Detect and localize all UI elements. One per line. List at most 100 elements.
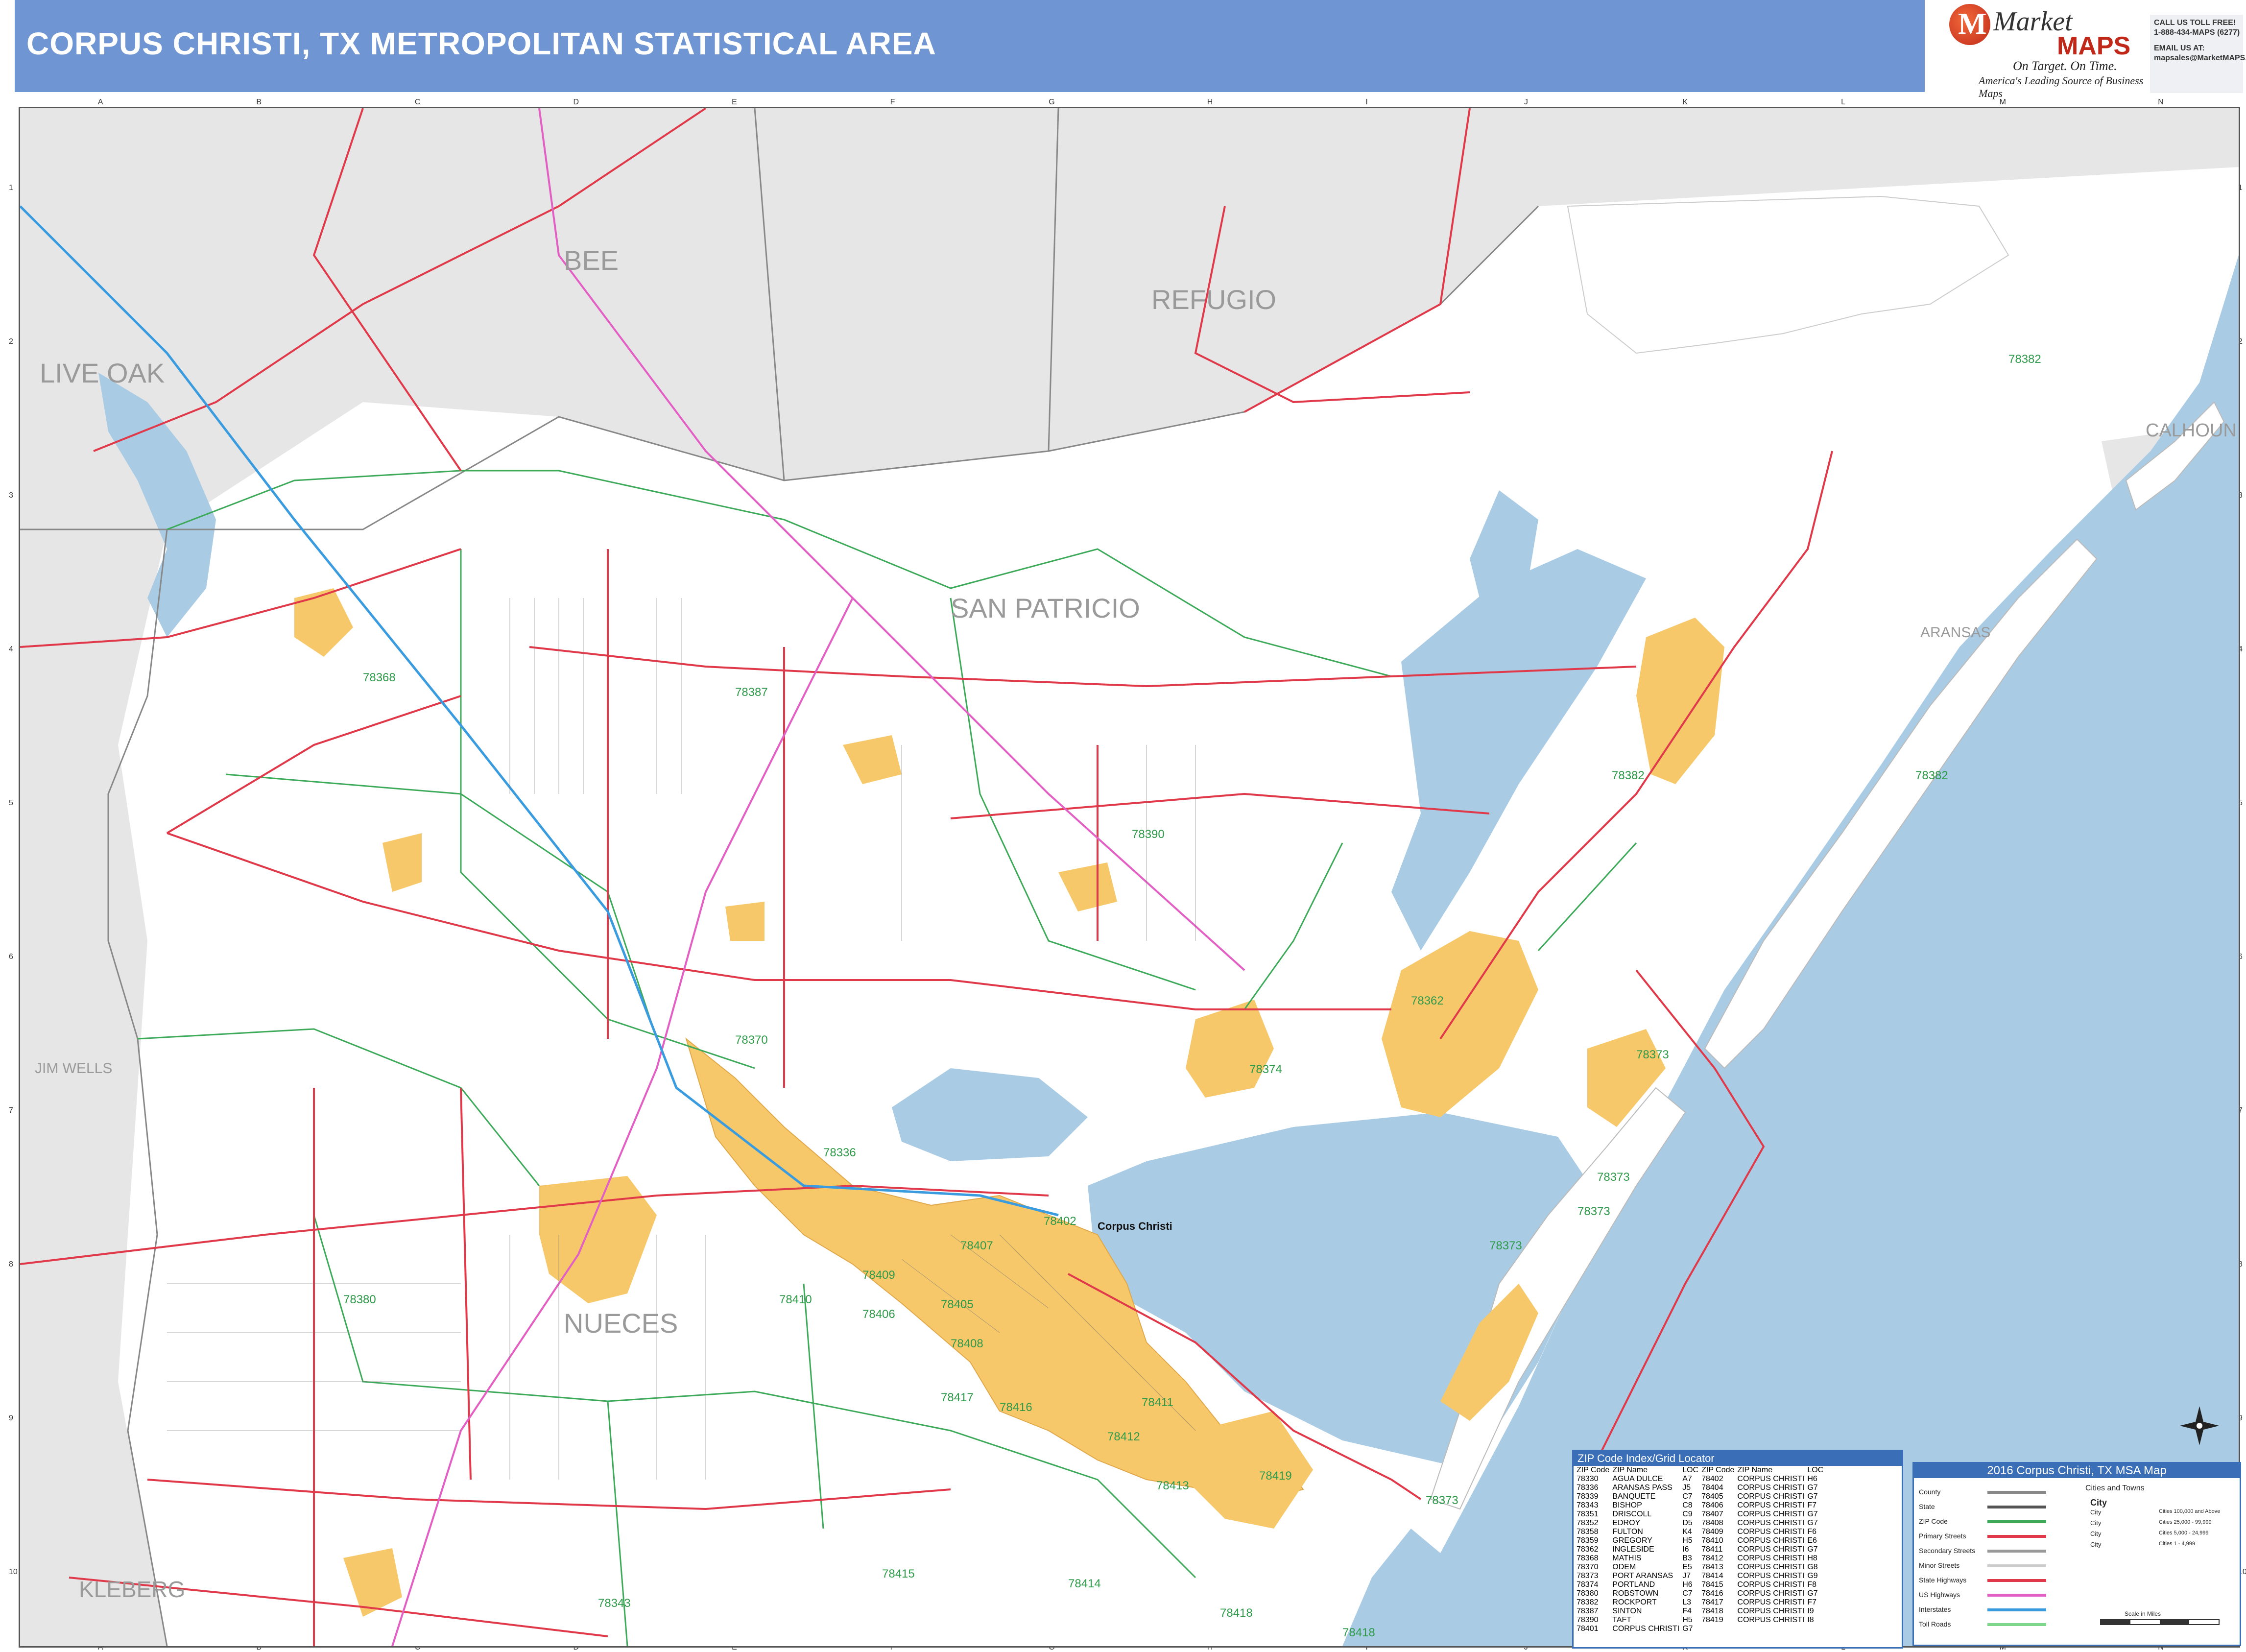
edroy-area: [382, 833, 422, 892]
city-label: Corpus Christi: [1098, 1220, 1172, 1232]
zip-index-cell: 78401: [1577, 1625, 1599, 1633]
nueces-bay: [892, 1068, 1088, 1161]
zip-index-cell: G7: [1807, 1519, 1818, 1527]
zip-index-cell: [1807, 1625, 1826, 1633]
legend-item-label: Interstates: [1919, 1605, 1951, 1613]
ingleside-city-area: [1382, 931, 1538, 1117]
zip-index-cell: 78380: [1577, 1589, 1599, 1598]
county-label: KLEBERG: [79, 1577, 185, 1602]
zip-label: 78362: [1411, 994, 1444, 1007]
zip-index-cell: CORPUS CHRISTI: [1737, 1475, 1805, 1483]
sinton-city-area: [843, 735, 902, 784]
flour-bluff-area: [1186, 1411, 1313, 1529]
zip-index-cell: 78408: [1701, 1519, 1723, 1527]
zip-index-row: 78339 BANQUETE C7 78405 CORPUS CHRISTI G7: [1577, 1492, 1826, 1501]
aransas-bay: [1391, 549, 1646, 951]
zip-index-cell: G7: [1682, 1625, 1693, 1633]
zip-index-row: 78330 AGUA DULCE A7 78402 CORPUS CHRISTI H6: [1577, 1475, 1826, 1484]
zip-index-cell: J7: [1682, 1572, 1691, 1580]
zip-index-cell: ARANSAS PASS: [1612, 1484, 1673, 1492]
legend-item-label: Secondary Streets: [1919, 1547, 1976, 1555]
zip-index-cell: BISHOP: [1612, 1501, 1642, 1509]
zip-index-cell: C7: [1682, 1589, 1693, 1598]
legend-city-range: Cities 1 - 4,999: [2159, 1541, 2195, 1547]
zip-label: 78411: [1142, 1396, 1173, 1409]
title-banner: CORPUS CHRISTI, TX METROPOLITAN STATISTI…: [15, 0, 1925, 92]
zip-index-cell: H5: [1682, 1616, 1693, 1624]
zip-index-cell: B3: [1682, 1554, 1692, 1562]
zip-index-header-cell: LOC: [1807, 1466, 1824, 1474]
grid-column-labels-top: A B C D E F G H I J K L M N: [19, 98, 2240, 107]
zip-index-cell: CORPUS CHRISTI: [1737, 1598, 1805, 1606]
market-maps-logo[interactable]: M Market MAPS On Target. On Time. Americ…: [1939, 0, 2150, 99]
zip-index-row: 78352 EDROY D5 78408 CORPUS CHRISTI G7: [1577, 1519, 1826, 1528]
outside-county-area-west: [20, 529, 167, 1646]
zip-index-cell: 78336: [1577, 1484, 1599, 1492]
zip-label: 78368: [363, 671, 396, 684]
zip-index-row: 78380 ROBSTOWN C7 78416 CORPUS CHRISTI G7: [1577, 1589, 1826, 1598]
logo-word-maps: MAPS: [2057, 32, 2131, 60]
zip-index-cell: C7: [1682, 1492, 1693, 1501]
zip-index-cell: CORPUS CHRISTI: [1737, 1545, 1805, 1554]
zip-index-row: 78382 ROCKPORT L3 78417 CORPUS CHRISTI F7: [1577, 1598, 1826, 1607]
zip-index-cell: 78330: [1577, 1475, 1599, 1483]
legend-item-label: State Highways: [1919, 1576, 1967, 1584]
zip-index-cell: F7: [1807, 1598, 1816, 1606]
zip-index-cell: H8: [1807, 1554, 1817, 1562]
grid-row-label: 5: [9, 799, 13, 807]
contact-link[interactable]: mapsales@MarketMAPS.com: [2154, 54, 2246, 63]
zip-index-cell: D5: [1682, 1519, 1693, 1527]
zip-index-cell: CORPUS CHRISTI: [1737, 1607, 1805, 1615]
legend-city-sample: City: [2090, 1498, 2107, 1508]
county-label: REFUGIO: [1151, 284, 1276, 315]
scale-label: Scale in Miles: [2125, 1610, 2161, 1617]
zip-index-cell: 78351: [1577, 1510, 1599, 1518]
zip-index-cell: F4: [1682, 1607, 1692, 1615]
zip-index-cell: ROCKPORT: [1612, 1598, 1657, 1606]
zip-index-cell: 78405: [1701, 1492, 1723, 1501]
zip-index-cell: H6: [1682, 1580, 1693, 1589]
zip-label: 78373: [1426, 1494, 1458, 1507]
zip-index-cell: CORPUS CHRISTI: [1737, 1563, 1805, 1571]
zip-index-row: 78373 PORT ARANSAS J7 78414 CORPUS CHRISTI G9: [1577, 1572, 1826, 1580]
zip-index-cell: 78368: [1577, 1554, 1599, 1562]
grid-column-label: M: [1999, 98, 2006, 106]
legend-city-range: Cities 25,000 - 99,999: [2159, 1519, 2212, 1525]
zip-index-cell: A7: [1682, 1475, 1692, 1483]
legend-item-label: Toll Roads: [1919, 1620, 1951, 1628]
zip-index-cell: [1701, 1625, 1737, 1633]
zip-index-cell: 78404: [1701, 1484, 1723, 1492]
zip-index-header-cell: ZIP Name: [1737, 1466, 1773, 1474]
zip-label: 78419: [1259, 1469, 1292, 1483]
zip-index-header-cell: ZIP Code: [1577, 1466, 1610, 1474]
grid-row-label: 10: [9, 1568, 18, 1576]
zip-index-row: 78401 CORPUS CHRISTI G7: [1577, 1625, 1826, 1633]
zip-index-cell: CORPUS CHRISTI: [1737, 1536, 1805, 1545]
zip-index-cell: G7: [1807, 1589, 1818, 1598]
zip-index-cell: 78373: [1577, 1572, 1599, 1580]
zip-index-cell: 78407: [1701, 1510, 1723, 1518]
zip-index-cell: 78352: [1577, 1519, 1599, 1527]
zip-index-cell: H5: [1682, 1536, 1693, 1545]
logo-badge-icon: M: [1949, 4, 1990, 45]
grid-column-label: K: [1682, 98, 1688, 106]
zip-index-cell: 78416: [1701, 1589, 1723, 1598]
zip-index-cell: C9: [1682, 1510, 1693, 1518]
zip-label: 78370: [735, 1033, 768, 1047]
zip-index-cell: 78411: [1701, 1545, 1723, 1554]
grid-column-label: D: [573, 98, 579, 106]
zip-label: 78380: [343, 1293, 376, 1306]
grid-column-label: H: [1207, 98, 1213, 106]
zip-label: 78409: [862, 1269, 895, 1282]
zip-index-cell: [1737, 1625, 1807, 1633]
zip-label: 78382: [1612, 769, 1645, 782]
grid-column-label: C: [414, 98, 421, 106]
zip-index-cell: K4: [1682, 1528, 1692, 1536]
zip-index-cell: CORPUS CHRISTI: [1737, 1616, 1805, 1624]
legend-item-swatch: [1987, 1520, 2046, 1523]
zip-index-row: 78351 DRISCOLL C9 78407 CORPUS CHRISTI G7: [1577, 1510, 1826, 1519]
outside-county-area: [20, 108, 2239, 529]
map-area[interactable]: BEE REFUGIO LIVE OAK SAN PATRICIO CALHOU…: [19, 107, 2240, 1648]
map-canvas[interactable]: BEE REFUGIO LIVE OAK SAN PATRICIO CALHOU…: [20, 108, 2239, 1646]
zip-index-cell: 78390: [1577, 1616, 1599, 1624]
